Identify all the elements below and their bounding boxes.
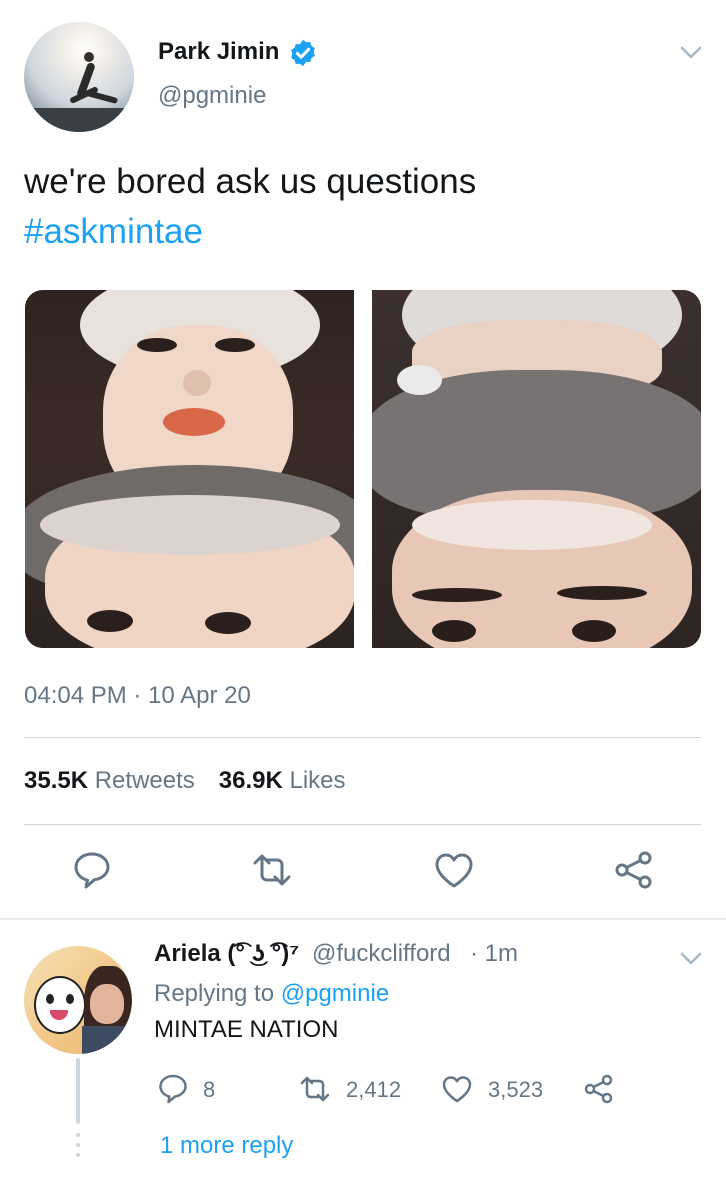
tweet-photo-2[interactable] [372,290,701,648]
retweet-icon[interactable] [250,848,294,892]
reply-count: 8 [203,1077,216,1102]
replying-to: Replying to @pgminie [154,980,389,1008]
divider [24,737,701,738]
main-tweet: Park Jimin @pgminie we're bored ask us q… [0,0,726,918]
replying-mention[interactable]: @pgminie [281,980,389,1007]
chevron-down-icon[interactable] [676,946,706,970]
reply-icon[interactable] [156,1072,190,1106]
divider [24,824,701,825]
thread-line [76,1058,80,1124]
more-replies-link[interactable]: 1 more reply [160,1132,293,1160]
heart-icon[interactable] [432,848,476,892]
tweet-photo-1[interactable] [25,290,354,648]
reply-icon[interactable] [70,848,114,892]
likes-label[interactable]: Likes [289,767,345,794]
reply-time[interactable]: · 1m [470,940,518,968]
retweet-icon[interactable] [298,1072,332,1106]
hashtag-link[interactable]: #askmintae [24,212,203,252]
like-count[interactable]: 36.9K [219,767,283,794]
author-name[interactable]: Park Jimin [158,38,279,66]
author-avatar[interactable] [24,22,134,132]
reply-author-name[interactable]: Ariela (͡° ͜ʖ ͡°)⁷ [154,940,299,968]
chevron-down-icon[interactable] [676,40,706,64]
thread-dot [76,1153,80,1157]
reply-like-count: 3,523 [488,1077,544,1102]
verified-badge-icon [291,39,315,67]
reply-author-avatar[interactable] [24,946,132,1054]
author-handle[interactable]: @pgminie [158,82,266,110]
share-icon[interactable] [582,1072,616,1106]
thread-dot [76,1143,80,1147]
reply-retweet-count: 2,412 [346,1077,402,1102]
reply-text: MINTAE NATION [154,1016,339,1043]
tweet-text: we're bored ask us questions [24,162,477,201]
reply-tweet[interactable]: Ariela (͡° ͜ʖ ͡°)⁷ @fuckclifford · 1m Re… [0,920,726,1200]
thread-dot [76,1133,80,1137]
tweet-timestamp[interactable]: 04:04 PM · 10 Apr 20 [24,682,251,710]
reply-author-handle[interactable]: @fuckclifford [312,940,451,968]
retweet-count[interactable]: 35.5K [24,767,88,794]
heart-icon[interactable] [440,1072,474,1106]
tweet-stats: 35.5K Retweets 36.9K Likes [24,767,346,795]
replying-prefix: Replying to [154,980,275,1007]
share-icon[interactable] [612,848,656,892]
retweets-label[interactable]: Retweets [95,767,195,794]
